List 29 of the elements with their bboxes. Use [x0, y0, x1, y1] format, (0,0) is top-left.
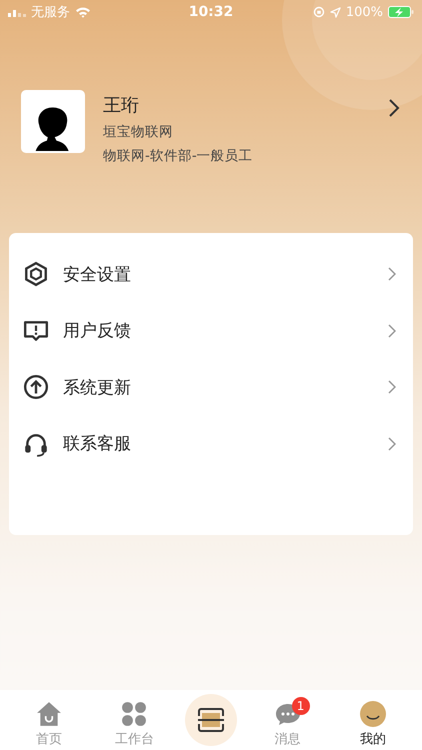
menu-item[interactable]: 安全设置 — [9, 246, 413, 302]
signal-icon — [8, 7, 26, 17]
chevron-right-icon — [388, 324, 396, 338]
carrier-label: 无服务 — [31, 4, 70, 21]
arrow-up-circle-icon — [23, 374, 49, 400]
menu-item[interactable]: 用户反馈 — [9, 302, 413, 359]
user-name: 王珩 — [103, 95, 140, 117]
company-name: 垣宝物联网 — [103, 123, 174, 141]
department-label: 物联网-软件部-一般员工 — [103, 147, 254, 165]
location-icon — [330, 6, 341, 18]
rotation-lock-icon — [312, 6, 325, 18]
four-petal-icon — [121, 701, 148, 727]
house-icon — [36, 701, 62, 727]
battery-charging-icon — [388, 6, 414, 18]
wifi-icon — [75, 6, 91, 18]
tab-item[interactable]: 我的 — [338, 690, 408, 748]
chevron-right-icon — [388, 267, 396, 282]
menu-item[interactable]: 系统更新 — [9, 359, 413, 416]
unread-badge: 1 — [292, 697, 310, 715]
menu-item[interactable]: 联系客服 — [9, 416, 413, 472]
smiley-avatar-icon — [360, 701, 386, 727]
clock: 10:32 — [188, 4, 234, 20]
hexagon-icon — [23, 261, 49, 288]
chevron-right-icon — [388, 380, 396, 394]
tab-item[interactable]: 1 消息 — [252, 690, 323, 748]
chevron-right-icon[interactable] — [388, 98, 400, 118]
battery-percent: 100% — [346, 4, 383, 20]
chevron-right-icon — [388, 436, 396, 451]
scan-icon — [196, 707, 225, 733]
